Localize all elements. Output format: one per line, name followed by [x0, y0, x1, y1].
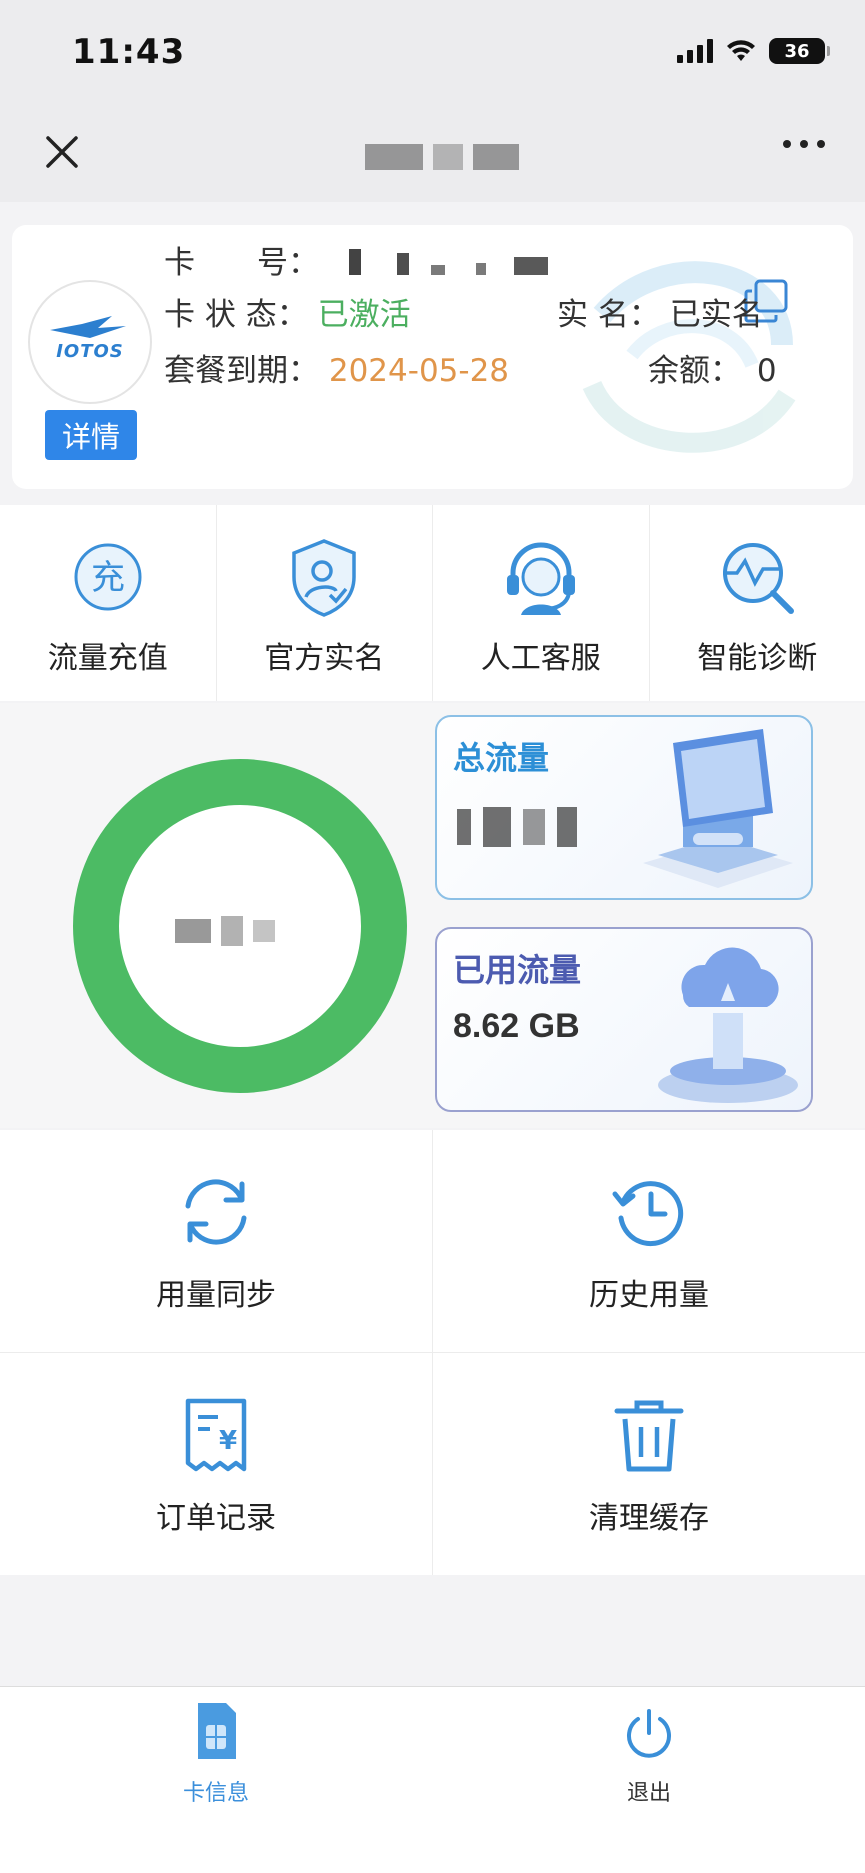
signal-icon	[677, 39, 713, 63]
tab-logout-label: 退出	[626, 1781, 671, 1806]
status-time: 11:43	[72, 32, 186, 72]
expiry-row: 套餐到期： 2024-05-28	[164, 345, 509, 390]
expiry-value: 2024-05-28	[328, 353, 510, 389]
nav-bar	[0, 100, 865, 202]
customer-service-icon	[506, 542, 575, 615]
tab-card-info[interactable]: 卡信息	[0, 1687, 432, 1817]
used-traffic-value: 8.62 GB	[453, 1007, 580, 1045]
recharge-action[interactable]: 充 流量充值	[0, 505, 217, 701]
status-icons: 36	[677, 38, 830, 64]
card-number-redacted	[348, 247, 549, 283]
used-traffic-card[interactable]: 已用流量 8.62 GB	[435, 927, 813, 1112]
status-bar: 11:43 36	[0, 0, 865, 100]
customer-service-label: 人工客服	[480, 641, 601, 676]
expiry-label: 套餐到期：	[164, 353, 319, 389]
carrier-logo: IOTOS	[28, 280, 152, 404]
history-usage-button[interactable]: 历史用量	[433, 1130, 865, 1352]
order-records-button[interactable]: ¥ 订单记录	[0, 1353, 432, 1575]
page-title-redacted	[365, 144, 519, 170]
order-receipt-icon: ¥	[185, 1398, 247, 1472]
ring-center-value-redacted	[175, 916, 275, 946]
svg-text:¥: ¥	[219, 1426, 237, 1456]
card-status-value: 已激活	[317, 297, 411, 333]
more-icon[interactable]	[783, 140, 825, 148]
sim-card-icon	[198, 1703, 236, 1759]
usage-sync-button[interactable]: 用量同步	[0, 1130, 432, 1352]
order-records-label: 订单记录	[156, 1501, 276, 1536]
tab-logout[interactable]: 退出	[433, 1687, 865, 1817]
realname-action[interactable]: 官方实名	[217, 505, 433, 701]
cloud-illustration-icon	[658, 947, 798, 1103]
balance-value: 0	[756, 353, 777, 389]
tab-card-info-label: 卡信息	[182, 1781, 249, 1806]
power-icon	[627, 1709, 671, 1758]
svg-text:充: 充	[91, 558, 125, 598]
total-traffic-title: 总流量	[453, 739, 550, 777]
realname-value: 已实名	[669, 297, 763, 333]
diagnosis-icon	[723, 543, 795, 614]
logo-bird-icon	[50, 316, 126, 338]
realname-shield-icon	[292, 539, 356, 617]
customer-service-action[interactable]: 人工客服	[433, 505, 650, 701]
bottom-tab-bar: 卡信息 退出	[0, 1686, 865, 1873]
realname-action-label: 官方实名	[264, 641, 385, 676]
card-info-panel: IOTOS 详情 卡 号： 卡 状 态： 已激活 实 名： 已实名 套餐到期： …	[12, 225, 853, 489]
card-number-label: 卡 号：	[164, 245, 319, 281]
realname-label: 实 名：	[557, 297, 660, 333]
clear-cache-label: 清理缓存	[589, 1501, 709, 1536]
close-icon[interactable]	[40, 130, 84, 174]
history-icon	[612, 1181, 684, 1247]
detail-button[interactable]: 详情	[45, 410, 137, 460]
trash-icon	[614, 1400, 684, 1472]
quick-actions: 充 流量充值 官方实名 人工客服 智能诊断	[0, 505, 865, 701]
history-usage-label: 历史用量	[589, 1278, 709, 1313]
used-traffic-title: 已用流量	[453, 951, 582, 989]
card-status-label: 卡 状 态：	[164, 297, 308, 333]
total-traffic-card[interactable]: 总流量	[435, 715, 813, 900]
tools-grid: 用量同步 历史用量 ¥ 订单记录 清理缓存	[0, 1130, 865, 1575]
clear-cache-button[interactable]: 清理缓存	[433, 1353, 865, 1575]
wifi-icon	[727, 40, 755, 61]
computer-illustration-icon	[643, 729, 793, 888]
balance-row: 余额： 0	[648, 345, 777, 390]
card-number-row: 卡 号：	[164, 237, 549, 283]
usage-sync-label: 用量同步	[156, 1278, 276, 1313]
balance-label: 余额：	[648, 353, 741, 389]
diagnosis-label: 智能诊断	[697, 641, 818, 676]
realname-row: 实 名： 已实名	[557, 289, 763, 334]
recharge-label: 流量充值	[47, 641, 168, 676]
card-status-row: 卡 状 态： 已激活	[164, 289, 411, 334]
total-traffic-value-redacted	[457, 807, 577, 847]
recharge-icon: 充	[74, 543, 142, 611]
sync-icon	[185, 1179, 247, 1245]
battery-icon: 36	[769, 38, 830, 64]
traffic-panel: 总流量 已用流量 8.62 GB	[0, 703, 865, 1128]
diagnosis-action[interactable]: 智能诊断	[650, 505, 865, 701]
